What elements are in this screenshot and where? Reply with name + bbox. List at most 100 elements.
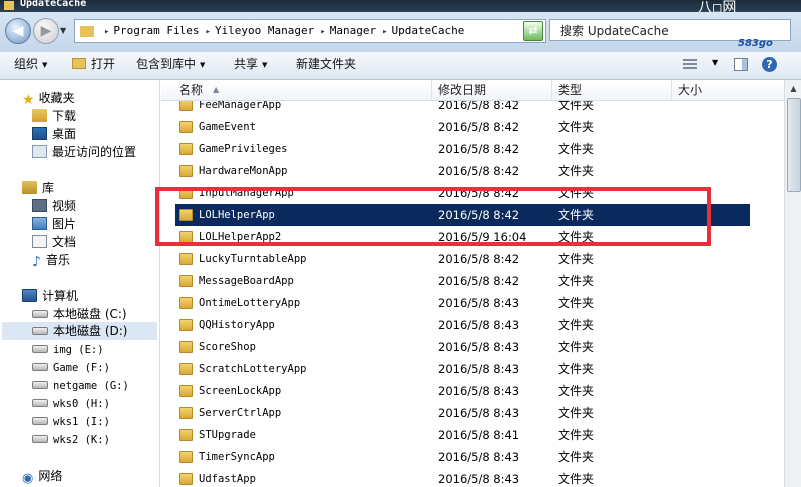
preview-pane-icon[interactable]: [734, 58, 748, 71]
forward-button[interactable]: ▶: [33, 18, 59, 44]
file-name: UdfastApp: [199, 473, 256, 485]
back-button[interactable]: ◀: [5, 18, 31, 44]
chevron-right-icon[interactable]: ▸: [382, 27, 387, 37]
scrollbar-thumb[interactable]: [787, 98, 801, 192]
chevron-down-icon[interactable]: ▼: [712, 58, 718, 67]
file-type: 文件夹: [558, 274, 595, 288]
table-row[interactable]: MessageBoardApp 2016/5/8 8:42 文件夹: [175, 270, 750, 292]
table-row-selected[interactable]: LOLHelperApp 2016/5/8 8:42 文件夹: [175, 204, 750, 226]
file-date: 2016/5/8 8:43: [438, 362, 520, 376]
vertical-scrollbar[interactable]: ▲: [784, 80, 801, 487]
file-date: 2016/5/8 8:43: [438, 472, 520, 486]
nav-drive-f[interactable]: Game (F:): [32, 359, 110, 377]
file-type: 文件夹: [558, 252, 595, 266]
nav-drive-h[interactable]: wks0 (H:): [32, 395, 110, 413]
folder-icon: [179, 451, 193, 463]
recent-pages-dropdown[interactable]: ▼: [60, 26, 66, 35]
table-row[interactable]: LuckyTurntableApp 2016/5/8 8:42 文件夹: [175, 248, 750, 270]
downloads-folder-icon: [32, 109, 47, 122]
table-row[interactable]: ScoreShop 2016/5/8 8:43 文件夹: [175, 336, 750, 358]
nav-pictures[interactable]: 图片: [32, 215, 76, 233]
nav-label: 文档: [52, 235, 77, 249]
desktop-icon: [32, 127, 47, 140]
nav-drive-c[interactable]: 本地磁盘 (C:): [32, 305, 127, 323]
chevron-right-icon[interactable]: ▸: [104, 27, 109, 37]
folder-icon: [179, 143, 193, 155]
nav-music[interactable]: ♪ 音乐: [32, 251, 70, 269]
nav-label: 本地磁盘 (C:): [53, 307, 127, 321]
chevron-right-icon[interactable]: ▸: [206, 27, 211, 37]
window-title: UpdateCache: [20, 0, 87, 9]
new-folder-button[interactable]: 新建文件夹: [296, 52, 356, 79]
table-row[interactable]: OntimeLotteryApp 2016/5/8 8:43 文件夹: [175, 292, 750, 314]
title-bar: UpdateCache 八□网: [0, 0, 801, 12]
view-options-icon[interactable]: [683, 59, 697, 71]
file-type: 文件夹: [558, 164, 595, 178]
table-row[interactable]: InputManagerApp 2016/5/8 8:42 文件夹: [175, 182, 750, 204]
nav-label: img (E:): [53, 344, 104, 356]
include-in-library-button[interactable]: 包含到库中 ▼: [136, 52, 205, 79]
file-date: 2016/5/8 8:41: [438, 428, 520, 442]
table-row[interactable]: STUpgrade 2016/5/8 8:41 文件夹: [175, 424, 750, 446]
nav-videos[interactable]: 视频: [32, 197, 76, 215]
file-type: 文件夹: [558, 362, 595, 376]
table-row[interactable]: QQHistoryApp 2016/5/8 8:43 文件夹: [175, 314, 750, 336]
nav-label: wks0 (H:): [53, 398, 110, 410]
table-row[interactable]: GamePrivileges 2016/5/8 8:42 文件夹: [175, 138, 750, 160]
nav-favorites[interactable]: ★ 收藏夹: [22, 89, 75, 107]
drive-icon: [32, 381, 48, 389]
folder-icon: [179, 385, 193, 397]
organize-button[interactable]: 组织 ▼: [14, 52, 47, 79]
file-date: 2016/5/8 8:43: [438, 296, 520, 310]
table-row[interactable]: ServerCtrlApp 2016/5/8 8:43 文件夹: [175, 402, 750, 424]
table-row[interactable]: TimerSyncApp 2016/5/8 8:43 文件夹: [175, 446, 750, 468]
table-row[interactable]: ScratchLotteryApp 2016/5/8 8:43 文件夹: [175, 358, 750, 380]
nav-network[interactable]: ◉ 网络: [22, 467, 62, 485]
file-type: 文件夹: [558, 450, 595, 464]
breadcrumb-manager[interactable]: Manager: [330, 24, 376, 37]
star-icon: ★: [22, 92, 35, 108]
share-button[interactable]: 共享 ▼: [234, 52, 267, 79]
open-button[interactable]: 打开: [72, 52, 115, 79]
nav-drive-g[interactable]: netgame (G:): [32, 377, 129, 395]
file-date: 2016/5/8 8:43: [438, 318, 520, 332]
nav-label: netgame (G:): [53, 380, 129, 392]
nav-desktop[interactable]: 桌面: [32, 125, 76, 143]
nav-documents[interactable]: 文档: [32, 233, 76, 251]
refresh-button[interactable]: ⇄: [523, 21, 543, 41]
sort-ascending-icon: ▲: [213, 85, 220, 94]
chevron-right-icon[interactable]: ▸: [320, 27, 325, 37]
scroll-up-icon[interactable]: ▲: [785, 80, 801, 97]
nav-drive-i[interactable]: wks1 (I:): [32, 413, 110, 431]
pictures-icon: [32, 217, 47, 230]
breadcrumb-program-files[interactable]: Program Files: [113, 24, 199, 37]
address-bar[interactable]: ▸ Program Files ▸ Yileyoo Manager ▸ Manager ▸ U…: [74, 19, 546, 43]
table-row[interactable]: HardwareMonApp 2016/5/8 8:42 文件夹: [175, 160, 750, 182]
table-row[interactable]: UdfastApp 2016/5/8 8:43 文件夹: [175, 468, 750, 487]
breadcrumb-yileyoo-manager[interactable]: Yileyoo Manager: [215, 24, 314, 37]
file-name: GamePrivileges: [199, 143, 288, 155]
nav-label: 音乐: [45, 253, 70, 267]
video-icon: [32, 199, 47, 212]
file-type: 文件夹: [558, 186, 595, 200]
table-row[interactable]: GameEvent 2016/5/8 8:42 文件夹: [175, 116, 750, 138]
nav-libraries[interactable]: 库: [22, 179, 54, 197]
nav-downloads[interactable]: 下载: [32, 107, 76, 125]
help-icon[interactable]: ?: [762, 57, 777, 72]
nav-drive-e[interactable]: img (E:): [32, 341, 104, 359]
nav-drive-k[interactable]: wks2 (K:): [32, 431, 110, 449]
table-row[interactable]: LOLHelperApp2 2016/5/9 16:04 文件夹: [175, 226, 750, 248]
column-size[interactable]: 大小: [672, 80, 784, 100]
file-date: 2016/5/8 8:42: [438, 186, 520, 200]
file-date: 2016/5/8 8:43: [438, 384, 520, 398]
breadcrumb-updatecache[interactable]: UpdateCache: [391, 24, 464, 37]
column-name[interactable]: 名称 ▲: [173, 80, 432, 100]
column-type[interactable]: 类型: [552, 80, 672, 100]
nav-drive-d[interactable]: 本地磁盘 (D:): [2, 322, 157, 340]
column-date[interactable]: 修改日期: [432, 80, 552, 100]
recent-places-icon: [32, 145, 47, 158]
nav-recent-places[interactable]: 最近访问的位置: [32, 143, 136, 161]
file-type: 文件夹: [558, 340, 595, 354]
nav-computer[interactable]: 计算机: [22, 287, 78, 305]
table-row[interactable]: ScreenLockApp 2016/5/8 8:43 文件夹: [175, 380, 750, 402]
